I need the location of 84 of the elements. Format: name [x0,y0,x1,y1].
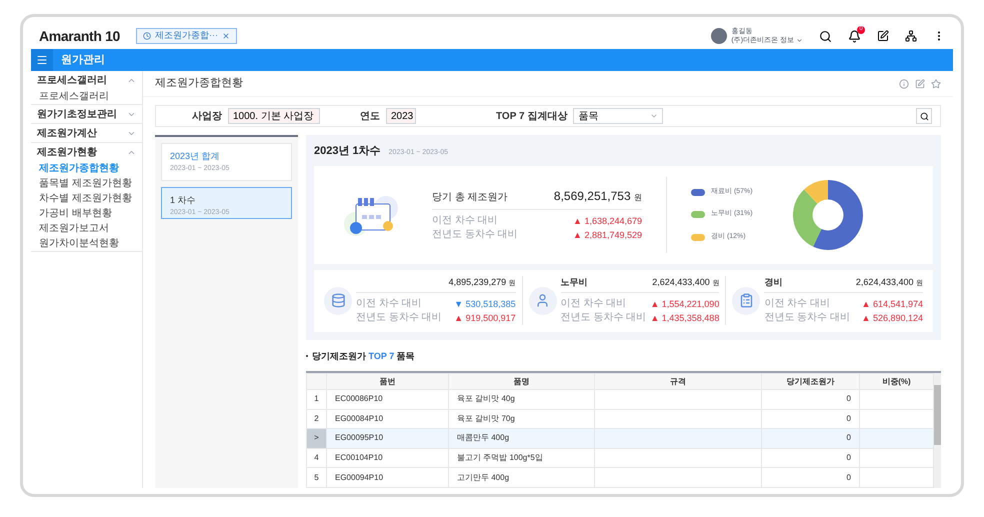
table-cell: EC00086P10 [326,390,448,410]
bell-icon[interactable] [848,30,861,42]
open-tab[interactable]: 제조원가종합··· [136,28,237,44]
compare-label: 이전 차수 대비 [432,214,498,228]
user-icon [528,286,557,314]
sidebar-item[interactable]: 제조원가보고서 [31,221,142,236]
compare-label: 전년도 동차수 대비 [356,310,442,325]
menu-button[interactable] [31,49,53,71]
sidebar-group[interactable]: 프로세스갤러리 [31,71,142,89]
compare-label: 전년도 동차수 대비 [432,228,518,242]
compare-value: ▲ 1,554,221,090 [650,298,720,311]
scrollbar[interactable] [934,373,941,488]
compare-label: 전년도 동차수 대비 [764,310,850,325]
database-icon [324,286,352,314]
sidebar-item[interactable]: 품목별 제조원가현황 [31,176,142,191]
summary-title: 2023년 1차수 [314,144,381,159]
compare-value: ▲ 2,881,749,529 [573,229,642,242]
compare-value: ▲ 1,638,244,679 [573,215,642,228]
logo: Amaranth 10 [39,26,120,46]
year-field[interactable]: 2023 [386,108,416,124]
row-number: 1 [306,390,326,410]
table-row[interactable]: 2 EG00084P10 육포 갈비맛 70g 0 [306,409,934,429]
table-cell: 0 [762,428,860,448]
column-header: 품명 [448,374,594,390]
compare-label: 이전 차수 대비 [356,296,422,311]
compare-label: 이전 차수 대비 [560,296,626,311]
menu-icon [36,54,48,66]
sidebar-group[interactable]: 제조원가현황 [31,143,142,161]
avatar-icon [711,28,728,44]
column-header: 규격 [594,374,762,390]
total-amount: 8,569,251,753 원 [554,188,642,205]
total-label: 당기 총 제조원가 [432,191,508,205]
search-icon[interactable] [819,30,832,42]
chevron-down-icon [650,112,658,120]
column-header: 비중(%) [860,374,934,390]
column-header: 품번 [326,374,448,390]
compare-value: ▲ 919,500,917 [454,312,516,325]
search-button[interactable] [916,108,932,124]
row-number: > [306,428,326,448]
picker-field[interactable]: 1000. 기본 사업장 [228,108,320,124]
sidebar-group[interactable]: 제조원가계산 [31,124,142,142]
sidebar-group[interactable]: 원가기초정보관리 [31,105,142,123]
select-field[interactable]: 품목 [573,108,664,124]
filter-label: TOP 7 집계대상 [496,110,568,124]
filter-label: 사업장 [192,110,222,124]
edit-icon[interactable] [915,78,925,88]
table-row[interactable]: 5 EG00094P10 고기만두 400g 0 [306,468,934,488]
module-title: 원가관리 [61,52,105,68]
compare-value: ▲ 614,541,974 [862,298,923,311]
compare-value: ▼ 530,518,385 [454,298,516,311]
sidebar-item[interactable]: 가공비 배부현황 [31,206,142,221]
table-cell: 0 [762,468,860,488]
table-row[interactable]: 1 EC00086P10 육포 갈비맛 40g 0 [306,390,934,410]
cost-label: 경비 [764,276,782,290]
row-number: 5 [306,468,326,488]
clipboard-icon [732,286,760,314]
table-cell: 고기만두 400g [448,468,594,488]
section-title: 당기제조원가 TOP 7 품목 [312,350,415,362]
table-row[interactable]: > EG00095P10 매콤만두 400g 0 [306,428,934,448]
table-cell: EG00094P10 [326,468,448,488]
page-title: 제조원가종합현황 [155,76,243,92]
compare-value: ▲ 526,890,124 [862,312,923,325]
close-icon[interactable] [222,32,230,40]
star-icon[interactable] [931,78,941,88]
compare-value: ▲ 1,435,358,488 [650,312,720,325]
compare-label: 전년도 동차수 대비 [560,310,646,325]
note-icon[interactable] [877,30,889,42]
search-icon [920,112,928,120]
table-cell: 매콤만두 400g [448,428,594,448]
clock-icon [142,32,151,40]
chevron-down-icon[interactable] [796,37,803,44]
table-cell: EG00095P10 [326,428,448,448]
info-icon[interactable] [899,78,909,88]
cost-label: 노무비 [560,276,588,290]
column-header: 당기제조원가 [762,374,860,390]
table-row[interactable]: 4 EC00104P10 불고기 주먹밥 100g*5입 0 [306,448,934,468]
sidebar-item[interactable]: 차수별 제조원가현황 [31,191,142,206]
compare-label: 이전 차수 대비 [764,296,830,311]
table-cell: 0 [762,390,860,410]
filter-label: 연도 [360,110,380,124]
sidebar-item[interactable]: 프로세스갤러리 [31,89,142,104]
table-cell: 육포 갈비맛 40g [448,390,594,410]
sidebar-item[interactable]: 원가차이분석현황 [31,236,142,251]
org-chart-icon[interactable] [905,30,917,42]
